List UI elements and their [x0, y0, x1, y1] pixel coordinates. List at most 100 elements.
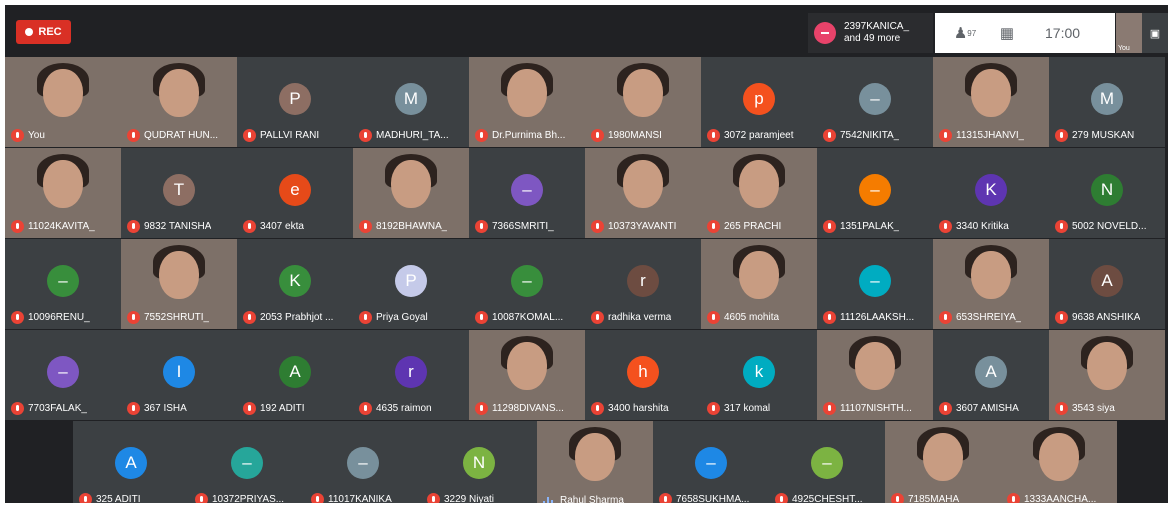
participant-tile[interactable]: Dr.Purnima Bh...: [469, 57, 585, 147]
layout-icon[interactable]: ▣: [1142, 13, 1168, 53]
mic-muted-icon: [1007, 493, 1020, 503]
video-face: [159, 251, 199, 299]
self-label: You: [1118, 45, 1130, 52]
participant-tile[interactable]: 1333AANCHA...: [1001, 421, 1117, 503]
participant-name: 7552SHRUTI_: [144, 312, 210, 323]
participant-tile[interactable]: 7185MAHA_: [885, 421, 1001, 503]
participants-preview[interactable]: 2397KANICA_ and 49 more: [808, 13, 933, 53]
recording-badge: REC: [16, 20, 71, 44]
participant-tile[interactable]: 1980MANSI: [585, 57, 701, 147]
mic-muted-icon: [243, 220, 256, 233]
name-bar: radhika verma: [591, 311, 697, 324]
participant-tile[interactable]: 265 PRACHI: [701, 148, 817, 238]
name-bar: 11024KAVITA_: [11, 220, 117, 233]
participant-tile[interactable]: – 1351PALAK_: [817, 148, 933, 238]
mic-muted-icon: [591, 402, 604, 415]
recording-label: REC: [38, 26, 62, 38]
participant-tile[interactable]: A 192 ADITI: [237, 330, 353, 420]
participant-tile[interactable]: 4605 mohita: [701, 239, 817, 329]
participant-tile[interactable]: QUDRAT HUN...: [121, 57, 237, 147]
participant-tile[interactable]: – 7703FALAK_: [5, 330, 121, 420]
name-bar: 9832 TANISHA: [127, 220, 233, 233]
participant-tile[interactable]: M 279 MUSKAN: [1049, 57, 1165, 147]
participant-tile[interactable]: – 10096RENU_: [5, 239, 121, 329]
name-bar: 1351PALAK_: [823, 220, 929, 233]
video-face: [1039, 433, 1079, 481]
self-view-thumbnail[interactable]: You: [1116, 13, 1142, 53]
participant-tile[interactable]: N 3229 Niyati: [421, 421, 537, 503]
name-bar: 317 komal: [707, 402, 813, 415]
mic-muted-icon: [475, 311, 488, 324]
participant-tile[interactable]: You: [5, 57, 121, 147]
participant-avatar: p: [743, 83, 775, 115]
video-face: [507, 69, 547, 117]
mic-muted-icon: [359, 402, 372, 415]
participant-tile[interactable]: – 4925CHESHT...: [769, 421, 885, 503]
participant-tile[interactable]: A 3607 AMISHA: [933, 330, 1049, 420]
participant-tile[interactable]: 3543 siya: [1049, 330, 1165, 420]
participant-tile[interactable]: 8192BHAWNA_: [353, 148, 469, 238]
speaking-icon: [543, 495, 556, 503]
mic-muted-icon: [823, 402, 836, 415]
video-face: [623, 160, 663, 208]
participant-avatar: –: [47, 265, 79, 297]
participant-tile[interactable]: 11024KAVITA_: [5, 148, 121, 238]
participant-name: 1980MANSI: [608, 130, 662, 141]
participant-tile[interactable]: 7552SHRUTI_: [121, 239, 237, 329]
participant-tile[interactable]: 11315JHANVI_: [933, 57, 1049, 147]
participant-name: Dr.Purnima Bh...: [492, 130, 566, 141]
participant-tile[interactable]: h 3400 harshita: [585, 330, 701, 420]
participant-tile[interactable]: r radhika verma: [585, 239, 701, 329]
participant-tile[interactable]: P Priya Goyal: [353, 239, 469, 329]
participant-tile[interactable]: P PALLVI RANI: [237, 57, 353, 147]
participant-name: 3407 ekta: [260, 221, 304, 232]
participant-tile[interactable]: 11298DIVANS...: [469, 330, 585, 420]
mic-muted-icon: [359, 129, 372, 142]
participant-tile[interactable]: – 10372PRIYAS...: [189, 421, 305, 503]
participant-tile[interactable]: K 3340 Kritika: [933, 148, 1049, 238]
participant-tile[interactable]: – 10087KOMAL...: [469, 239, 585, 329]
participant-tile[interactable]: M MADHURI_TA...: [353, 57, 469, 147]
name-bar: 265 PRACHI: [707, 220, 813, 233]
participant-tile[interactable]: T 9832 TANISHA: [121, 148, 237, 238]
participant-avatar: –: [347, 447, 379, 479]
name-bar: 8192BHAWNA_: [359, 220, 465, 233]
participant-name: 3072 paramjeet: [724, 130, 794, 141]
chat-icon[interactable]: ▦: [995, 21, 1019, 45]
participant-tile[interactable]: p 3072 paramjeet: [701, 57, 817, 147]
participant-tile[interactable]: e 3407 ekta: [237, 148, 353, 238]
name-bar: 11107NISHTH...: [823, 402, 929, 415]
name-bar: 7185MAHA_: [891, 493, 997, 503]
participant-tile[interactable]: k 317 komal: [701, 330, 817, 420]
participant-tile[interactable]: N 5002 NOVELD...: [1049, 148, 1165, 238]
participant-tile[interactable]: Rahul Sharma: [537, 421, 653, 503]
participant-tile[interactable]: K 2053 Prabhjot ...: [237, 239, 353, 329]
participant-tile[interactable]: 653SHREIYA_: [933, 239, 1049, 329]
video-face: [507, 342, 547, 390]
meeting-window: REC 2397KANICA_ and 49 more ♟ 97 ▦ 17:00 …: [5, 5, 1168, 503]
mic-muted-icon: [823, 129, 836, 142]
participant-avatar: A: [279, 356, 311, 388]
participant-tile[interactable]: A 9638 ANSHIKA: [1049, 239, 1165, 329]
mic-muted-icon: [707, 311, 720, 324]
participant-name: 279 MUSKAN: [1072, 130, 1135, 141]
participant-tile[interactable]: – 7366SMRITI_: [469, 148, 585, 238]
name-bar: QUDRAT HUN...: [127, 129, 233, 142]
participant-name: 11024KAVITA_: [28, 221, 95, 232]
name-bar: 7552SHRUTI_: [127, 311, 233, 324]
video-face: [623, 69, 663, 117]
participant-tile[interactable]: – 7658SUKHMA...: [653, 421, 769, 503]
participant-name: 10096RENU_: [28, 312, 90, 323]
participant-tile[interactable]: – 7542NIKITA_: [817, 57, 933, 147]
name-bar: 3407 ekta: [243, 220, 349, 233]
participant-tile[interactable]: 10373YAVANTI: [585, 148, 701, 238]
participant-tile[interactable]: A 325 ADITI: [73, 421, 189, 503]
participant-name: 7542NIKITA_: [840, 130, 900, 141]
name-bar: 11126LAAKSH...: [823, 311, 929, 324]
participant-tile[interactable]: r 4635 raimon: [353, 330, 469, 420]
participant-tile[interactable]: – 11126LAAKSH...: [817, 239, 933, 329]
participant-tile[interactable]: 11107NISHTH...: [817, 330, 933, 420]
participant-tile[interactable]: – 11017KANIKA_: [305, 421, 421, 503]
participant-tile[interactable]: I 367 ISHA: [121, 330, 237, 420]
people-icon[interactable]: ♟ 97: [953, 21, 977, 45]
